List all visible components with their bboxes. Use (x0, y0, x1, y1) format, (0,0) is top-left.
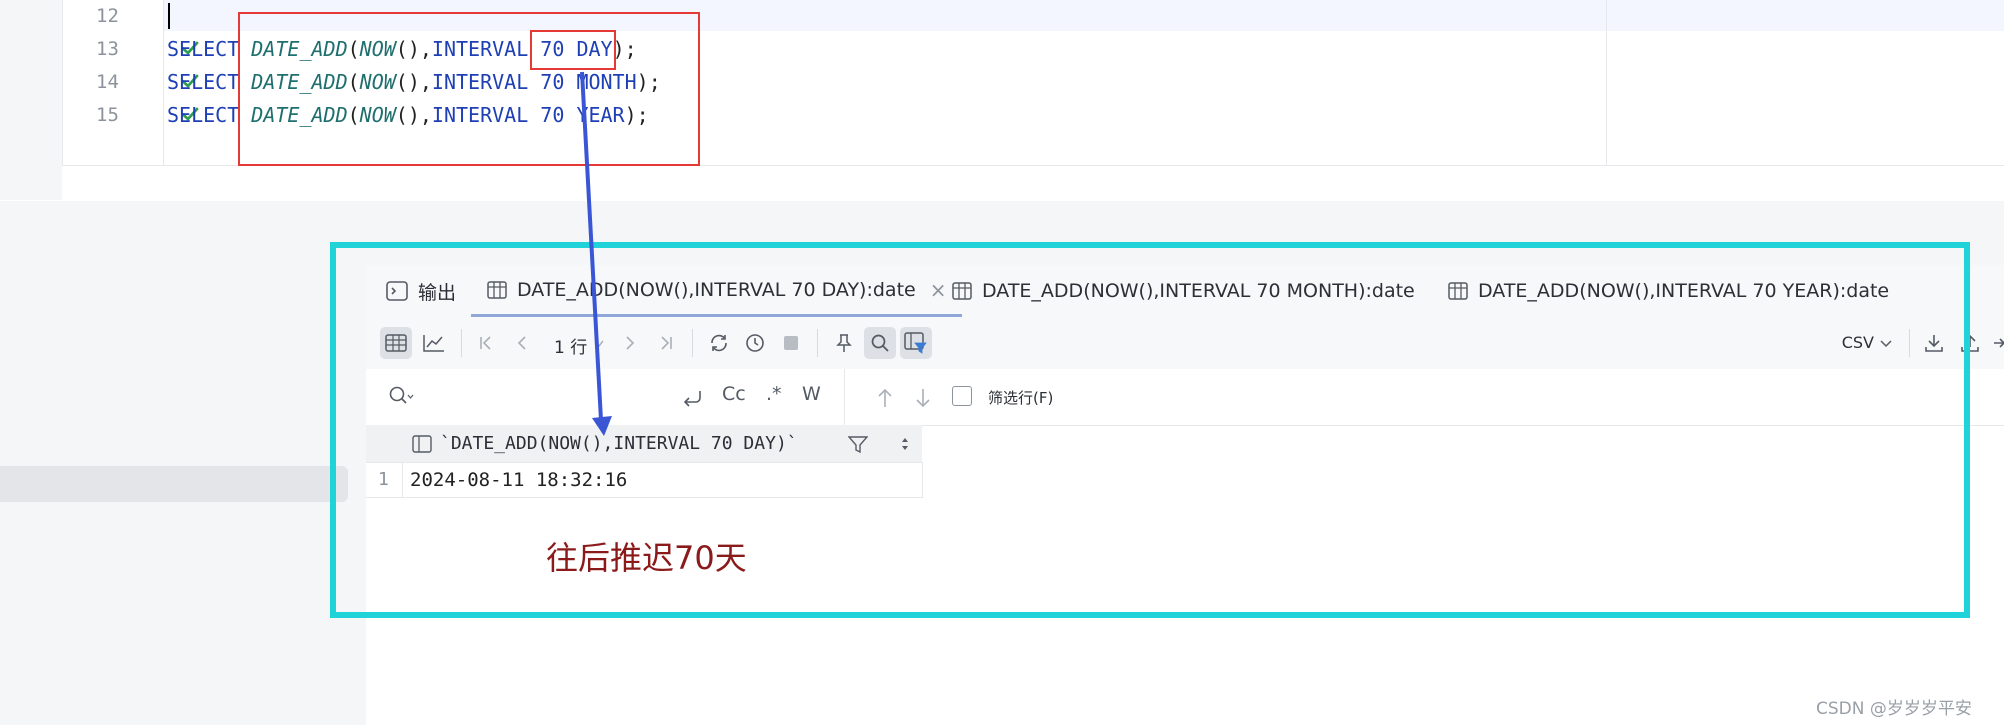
annotation-cyan-box (330, 242, 1970, 618)
sidebar-selected-item[interactable] (0, 466, 348, 502)
sql-keyword: SELECT (167, 70, 240, 94)
watermark: CSDN @岁岁岁平安 (1816, 699, 1972, 719)
sql-keyword: SELECT (167, 103, 240, 127)
line-number: 15 (96, 104, 119, 126)
editor-bottom-band (62, 165, 2004, 203)
collapse-icon (1994, 338, 2004, 348)
sql-keyword: SELECT (167, 37, 240, 61)
collapse-button[interactable] (1986, 327, 2004, 359)
annotation-red-box (238, 12, 700, 166)
line-number: 12 (96, 5, 119, 27)
line-number: 14 (96, 71, 119, 93)
editor-left-strip (0, 0, 63, 200)
text-cursor (168, 3, 170, 29)
line-number: 13 (96, 38, 119, 60)
annotation-red-highlight (530, 30, 616, 70)
